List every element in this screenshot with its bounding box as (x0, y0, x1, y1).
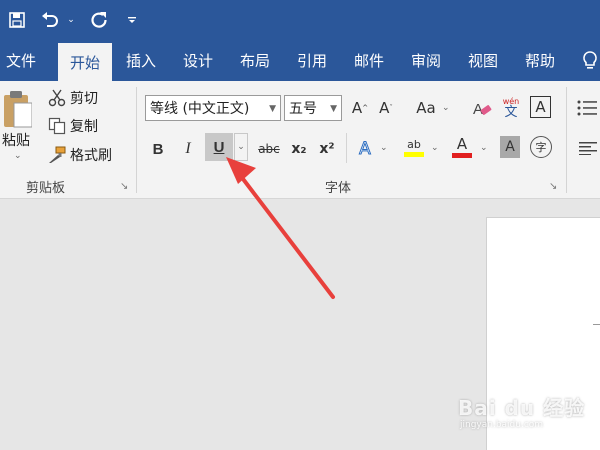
subscript-icon: x₂ (291, 141, 307, 157)
subscript-button[interactable]: x₂ (288, 136, 310, 162)
character-shading-icon: A (505, 139, 515, 155)
copy-icon[interactable] (46, 115, 68, 137)
highlight-icon: ab (407, 137, 421, 151)
clipboard-launcher-icon[interactable]: ↘ (120, 181, 128, 192)
font-name-combobox[interactable]: 等线 (中文正文) ▼ (145, 95, 281, 121)
enclose-characters-icon: 字 (535, 141, 547, 154)
watermark: Bai du 经验 (458, 396, 586, 420)
grow-font-button[interactable]: A ^ (350, 95, 370, 121)
strikethrough-icon: abc (258, 142, 280, 156)
tab-help[interactable]: 帮助 (515, 40, 565, 81)
highlight-dropdown-icon[interactable]: ⌄ (431, 143, 439, 153)
tab-review[interactable]: 审阅 (401, 40, 451, 81)
lightbulb-icon[interactable] (580, 40, 600, 81)
format-painter-icon[interactable] (46, 144, 68, 166)
scissors-icon[interactable] (46, 87, 68, 109)
phonetic-bottom: 文 (504, 104, 518, 120)
character-shading-button[interactable]: A (500, 136, 520, 158)
tab-references[interactable]: 引用 (287, 40, 337, 81)
ribbon: 粘贴 ⌄ 剪切 复制 格式刷 剪贴板 ↘ 等线 (中文正文) ▼ 五号 ▼ A ^… (0, 81, 600, 199)
phonetic-guide-button[interactable]: wén 文 (500, 93, 522, 123)
underline-button[interactable]: U (205, 133, 233, 161)
font-size-value: 五号 (289, 101, 317, 117)
watermark-url: jingyan.baidu.com (460, 420, 544, 430)
italic-icon: I (185, 140, 191, 157)
superscript-icon: x² (319, 141, 335, 157)
format-painter-label[interactable]: 格式刷 (70, 144, 112, 166)
superscript-button[interactable]: x² (316, 136, 338, 162)
font-name-value: 等线 (中文正文) (150, 101, 250, 117)
redo-icon[interactable] (86, 0, 112, 40)
paste-icon[interactable] (0, 87, 34, 131)
paste-dropdown-icon[interactable]: ⌄ (14, 151, 22, 161)
font-color-swatch (452, 153, 472, 158)
character-border-icon: A (535, 98, 546, 116)
undo-icon[interactable] (38, 0, 62, 40)
italic-button[interactable]: I (178, 136, 198, 162)
grow-font-icon: A (351, 99, 363, 117)
tab-file[interactable]: 文件 (0, 40, 42, 81)
tab-insert[interactable]: 插入 (116, 40, 166, 81)
tab-layout[interactable]: 布局 (230, 40, 280, 81)
character-border-button[interactable]: A (530, 96, 551, 118)
tab-home[interactable]: 开始 (58, 43, 112, 81)
enclose-characters-button[interactable]: 字 (530, 136, 552, 158)
font-color-dropdown-icon[interactable]: ⌄ (480, 143, 488, 153)
clipboard-group-label: 剪贴板 (26, 181, 66, 196)
strikethrough-button[interactable]: abc (256, 136, 282, 162)
page-margin-mark (593, 324, 600, 325)
bold-icon: B (152, 140, 164, 158)
font-name-dropdown-icon[interactable]: ▼ (269, 104, 276, 114)
paste-label[interactable]: 粘贴 (2, 131, 30, 149)
group-divider (566, 87, 567, 193)
clear-formatting-icon[interactable]: A (470, 95, 494, 121)
customize-qat-icon[interactable] (124, 0, 140, 40)
copy-label[interactable]: 复制 (70, 115, 98, 137)
shrink-font-button[interactable]: Aˇ (376, 95, 396, 121)
highlight-color-swatch (404, 151, 424, 157)
text-effects-icon: A (359, 139, 372, 160)
shrink-font-icon: A (379, 99, 390, 117)
tab-view[interactable]: 视图 (458, 40, 508, 81)
text-effects-button[interactable]: A (354, 136, 376, 162)
bold-button[interactable]: B (148, 136, 168, 162)
quick-access-toolbar: ⌄ (0, 0, 600, 40)
undo-dropdown-icon[interactable]: ⌄ (64, 0, 78, 40)
change-case-icon: Aa (416, 99, 436, 117)
change-case-button[interactable]: Aa (412, 95, 440, 121)
font-size-combobox[interactable]: 五号 ▼ (284, 95, 342, 121)
font-color-button[interactable]: A (450, 133, 474, 161)
font-launcher-icon[interactable]: ↘ (549, 181, 557, 192)
highlight-button[interactable]: ab (402, 133, 426, 161)
font-size-dropdown-icon[interactable]: ▼ (330, 104, 337, 114)
underline-icon: U (213, 138, 225, 156)
underline-dropdown-icon[interactable]: ⌄ (234, 133, 248, 161)
tab-mailings[interactable]: 邮件 (344, 40, 394, 81)
save-icon[interactable] (4, 0, 30, 40)
font-divider (346, 133, 347, 163)
font-group-label: 字体 (325, 181, 352, 196)
ribbon-tabs: 文件 开始 插入 设计 布局 引用 邮件 审阅 视图 帮助 (0, 40, 600, 81)
font-color-icon: A (456, 135, 468, 153)
cut-label[interactable]: 剪切 (70, 87, 98, 109)
align-left-icon[interactable] (578, 137, 598, 159)
bullets-icon[interactable] (576, 97, 598, 119)
change-case-dropdown-icon[interactable]: ⌄ (442, 103, 450, 113)
tab-design[interactable]: 设计 (173, 40, 223, 81)
group-divider (136, 87, 137, 193)
text-effects-dropdown-icon[interactable]: ⌄ (380, 143, 388, 153)
